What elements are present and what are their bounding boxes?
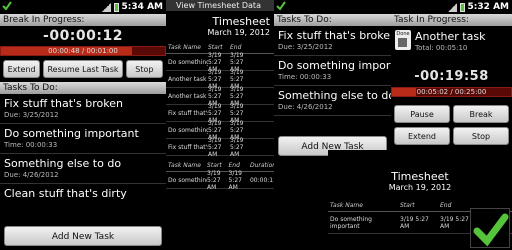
status-bar: 5:32 AM [391, 0, 512, 14]
done-label: Done [396, 31, 410, 37]
task-name: Another task [415, 30, 486, 43]
battery-icon [113, 2, 119, 12]
row-end: 3/19 5:27 AM [440, 215, 469, 230]
done-checkbox[interactable]: Done [395, 30, 411, 50]
row-task: Do something important [168, 126, 208, 134]
task-name: Do something important [278, 59, 391, 72]
col-start: Start [208, 44, 223, 51]
task-name: Something else to do [278, 89, 391, 102]
row-start: 3/19 5:27 AM [208, 136, 222, 158]
task-item[interactable]: Clean stuff that's dirty [0, 184, 166, 204]
break-progress-bar: 00:00:48 / 00:01:00 [0, 46, 166, 56]
extend-button[interactable]: Extend [3, 60, 41, 78]
col-end: End [230, 44, 242, 51]
col-start: Start [400, 202, 415, 209]
timesheet-appbar: View Timesheet Data [166, 0, 274, 11]
signal-icon [447, 2, 457, 12]
status-time: 5:34 AM [121, 2, 163, 12]
timesheet-row: Fix stuff that's broken3/19 5:27 AM3/19 … [166, 136, 274, 158]
break-button[interactable]: Break [453, 105, 509, 123]
checkbox-icon [398, 38, 407, 47]
timesheet-screen: View Timesheet Data Timesheet March 19, … [166, 0, 274, 250]
break-header: Break In Progress: [0, 14, 166, 26]
col-end: End [228, 162, 240, 169]
extend-button[interactable]: Extend [394, 127, 450, 145]
task-item[interactable]: Do something important Time: 00:00:33 [274, 56, 391, 86]
col-task-name: Task Name [168, 44, 201, 51]
timesheet-row: Do something important 3/19 5:27 AM 3/19… [166, 169, 274, 191]
row-task: Do something important [330, 215, 372, 230]
task-detail: Due: 3/25/2012 [4, 111, 59, 119]
row-start: 3/19 5:27 AM [400, 215, 429, 230]
task-name: Fix stuff that's broken [4, 97, 123, 110]
tasks-header: Tasks To Do: [274, 14, 391, 26]
task-detail: Due: 4/26/2012 [278, 103, 333, 111]
status-bar: 5:34 AM [0, 0, 166, 14]
task-name: Clean stuff that's dirty [4, 187, 127, 200]
row-task: Another task [168, 75, 207, 83]
timesheet-overlay: Timesheet March 19, 2012 Task Name Start… [328, 150, 512, 250]
task-detail: Due: 4/26/2012 [4, 171, 59, 179]
row-task: Do something important [168, 176, 208, 184]
row-task: Do something important [168, 58, 208, 66]
timesheet-date: March 19, 2012 [207, 28, 270, 37]
break-timer: -00:00:12 [43, 28, 123, 44]
app-check-icon [274, 0, 286, 14]
row-task: Fix stuff that's broken [168, 109, 208, 117]
add-new-task-button[interactable]: Add New Task [4, 226, 162, 246]
stop-button[interactable]: Stop [453, 127, 509, 145]
tasks-header: Tasks To Do: [0, 82, 166, 94]
col-task-name: Task Name [330, 202, 363, 209]
task-progress-text: 00:05:02 / 00:25:00 [416, 88, 487, 96]
timesheet-date: March 19, 2012 [388, 183, 452, 192]
task-item[interactable]: Something else to do Due: 4/26/2012 [274, 86, 391, 116]
task-item[interactable]: Do something important Time: 00:00:33 [0, 124, 166, 154]
timesheet-title: Timesheet [391, 170, 449, 183]
task-progress-bar: 00:05:02 / 00:25:00 [391, 87, 512, 97]
task-total: Total: 00:05:10 [415, 44, 468, 52]
task-detail: Due: 3/25/2012 [278, 43, 333, 51]
task-item[interactable]: Something else to do Due: 4/26/2012 [0, 154, 166, 184]
app-check-icon [0, 0, 12, 14]
row-task: Another task [168, 92, 207, 100]
task-item[interactable]: Fix stuff that's broken Due: 3/25/2012 [0, 94, 166, 124]
pause-button[interactable]: Pause [394, 105, 450, 123]
col-start: Start [207, 162, 222, 169]
col-end: End [440, 202, 452, 209]
row-end: 3/19 5:27 AM [230, 136, 244, 158]
row-end: 3/19 5:27 AM [228, 169, 242, 191]
row-duration: 00:00:11 [249, 176, 274, 184]
task-progress-fill [392, 88, 416, 96]
row-start: 3/19 5:27 AM [207, 169, 221, 191]
resume-last-task-button[interactable]: Resume Last Task [43, 60, 123, 78]
stop-button[interactable]: Stop [125, 60, 163, 78]
battery-icon [459, 2, 465, 12]
task-name: Do something important [4, 127, 139, 140]
col-duration: Duration [249, 162, 274, 169]
signal-icon [101, 2, 111, 12]
task-name: Something else to do [4, 157, 122, 170]
col-task-name: Task Name [168, 162, 201, 169]
timesheet-title: Timesheet [212, 15, 270, 28]
current-task: Done Another task Total: 00:05:10 [391, 26, 512, 57]
break-screen: 5:34 AM Break In Progress: -00:00:12 00:… [0, 0, 166, 250]
task-detail: Time: 00:00:33 [4, 141, 58, 149]
task-timer: -00:19:58 [414, 69, 489, 84]
status-time: 5:32 AM [467, 2, 509, 12]
task-item[interactable]: Fix stuff that's broken Due: 3/25/2012 [274, 26, 391, 56]
app-logo-check-icon [470, 208, 510, 248]
status-bar [274, 0, 391, 14]
task-detail: Time: 00:00:33 [278, 73, 332, 81]
task-name: Fix stuff that's broken [278, 29, 391, 42]
task-in-progress-header: Task In Progress: [391, 14, 512, 26]
break-progress-text: 00:00:48 / 00:01:00 [48, 47, 118, 55]
row-task: Fix stuff that's broken [168, 143, 208, 151]
